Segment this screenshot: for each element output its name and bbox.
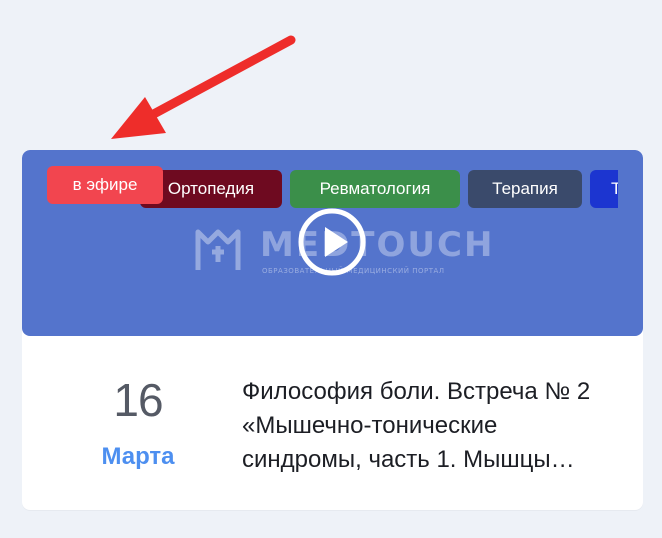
play-icon[interactable] xyxy=(296,206,368,278)
tag-rheumatology[interactable]: Ревматология xyxy=(290,170,460,208)
medtouch-logo-icon xyxy=(195,229,241,270)
event-date-day: 16 xyxy=(113,374,163,426)
event-date-month: Марта xyxy=(101,443,175,470)
tag-therapy[interactable]: Терапия xyxy=(468,170,582,208)
event-card[interactable]: MEDTOUCH ОБРАЗОВАТЕЛЬНЫЙ МЕДИЦИНСКИЙ ПОР… xyxy=(22,150,643,510)
tag-overflow[interactable]: Т xyxy=(590,170,618,208)
event-title[interactable]: Философия боли. Встреча № 2 «Мышечно-тон… xyxy=(242,375,622,477)
event-preview[interactable]: MEDTOUCH ОБРАЗОВАТЕЛЬНЫЙ МЕДИЦИНСКИЙ ПОР… xyxy=(22,150,643,336)
live-badge: в эфире xyxy=(47,166,163,204)
